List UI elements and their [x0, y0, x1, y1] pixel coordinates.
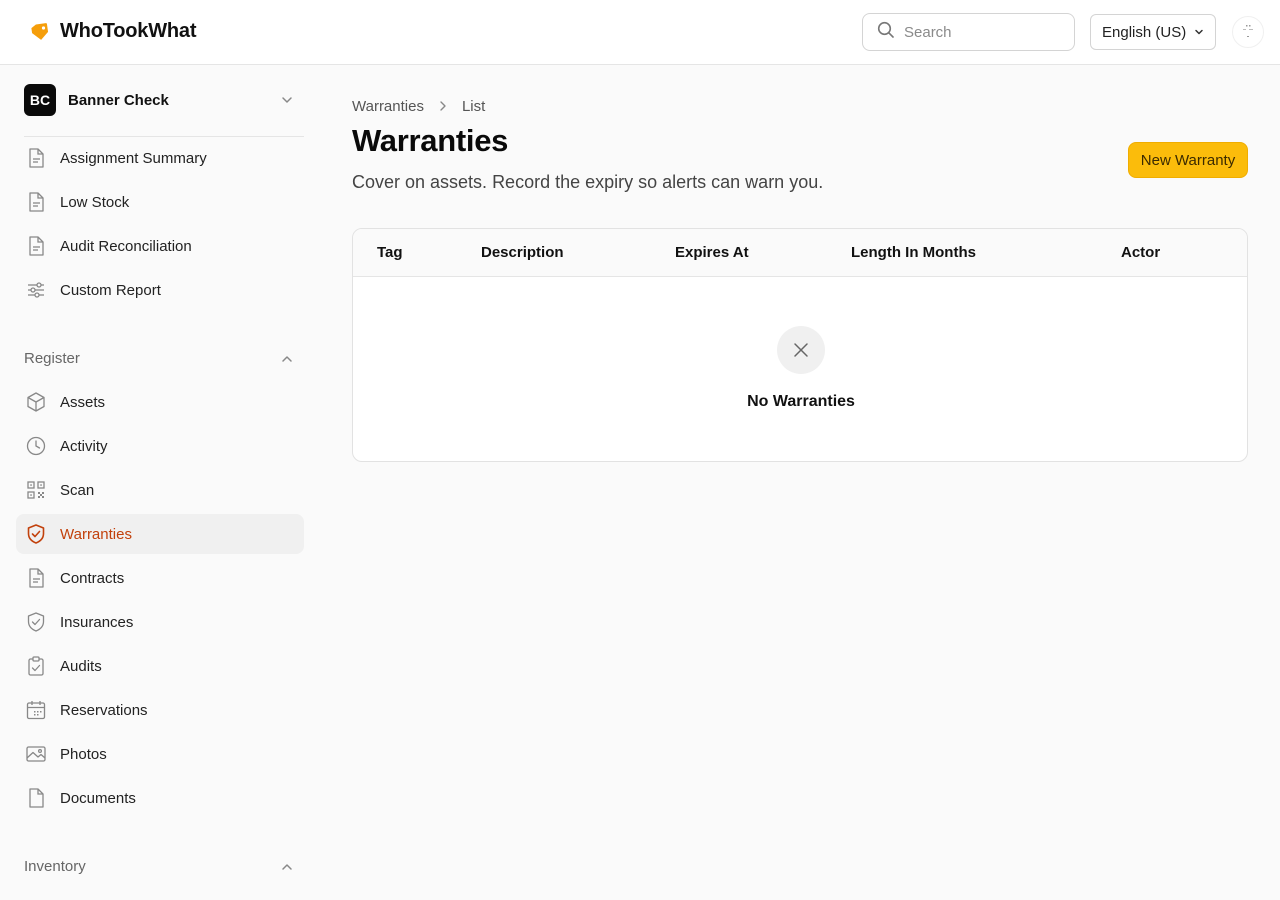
column-header-expires-at[interactable]: Expires At [675, 244, 749, 261]
column-header-length-in-months[interactable]: Length In Months [851, 244, 976, 261]
language-label: English (US) [1102, 23, 1187, 41]
tag-logo-icon [30, 22, 50, 42]
sidebar-divider [24, 136, 304, 137]
sidebar-item-label: Assignment Summary [60, 149, 207, 167]
clock-icon [24, 434, 48, 458]
close-icon [794, 343, 808, 357]
calendar-icon [24, 698, 48, 722]
section-inventory-toggle[interactable]: Inventory [24, 854, 304, 878]
document-icon [24, 234, 48, 258]
sidebar-item-custom-report[interactable]: Custom Report [16, 270, 304, 310]
sidebar-item-warranties[interactable]: Warranties [16, 514, 304, 554]
sidebar-item-activity[interactable]: Activity [16, 426, 304, 466]
sidebar-item-label: Contracts [60, 569, 125, 587]
image-icon [24, 742, 48, 766]
page-title: Warranties [352, 123, 509, 158]
sidebar-item-label: Audit Reconciliation [60, 237, 192, 255]
column-header-description[interactable]: Description [481, 244, 564, 261]
qr-code-icon [24, 478, 48, 502]
column-header-actor[interactable]: Actor [1121, 244, 1160, 261]
new-warranty-button[interactable]: New Warranty [1128, 142, 1248, 178]
page-subtitle: Cover on assets. Record the expiry so al… [352, 172, 824, 192]
table-header: Tag Description Expires At Length In Mon… [353, 229, 1247, 277]
sidebar-item-scan[interactable]: Scan [16, 470, 304, 510]
app-logo[interactable]: WhoTookWhat [30, 20, 196, 43]
sidebar-item-label: Documents [60, 789, 136, 807]
sidebar-item-label: Activity [60, 437, 108, 455]
column-header-tag[interactable]: Tag [377, 244, 403, 261]
breadcrumb-parent-link[interactable]: Warranties [352, 98, 424, 115]
top-bar: WhoTookWhat English (US) [0, 0, 1280, 65]
search-box[interactable] [862, 13, 1075, 51]
avatar-pattern-icon [1243, 25, 1253, 37]
empty-state-icon [777, 326, 825, 374]
sidebar-item-label: Reservations [60, 701, 148, 719]
sidebar-item-label: Assets [60, 393, 106, 411]
document-icon [24, 146, 48, 170]
sidebar-item-label: Photos [60, 745, 107, 763]
sidebar: BC Banner Check Assignment Summary Low S… [0, 65, 320, 900]
shield-check-icon [24, 522, 48, 546]
document-icon [24, 566, 48, 590]
document-icon [24, 190, 48, 214]
sidebar-item-label: Scan [60, 481, 95, 499]
chevron-right-icon [438, 100, 448, 112]
section-register-toggle[interactable]: Register [24, 346, 304, 370]
chevron-up-icon [280, 860, 294, 879]
sidebar-item-label: Warranties [60, 525, 132, 543]
empty-state-text: No Warranties [747, 393, 855, 410]
section-inventory-label: Inventory [24, 857, 86, 875]
file-icon [24, 786, 48, 810]
sidebar-item-low-stock[interactable]: Low Stock [16, 182, 304, 222]
sidebar-item-assignment-summary[interactable]: Assignment Summary [16, 138, 304, 178]
sidebar-item-label: Audits [60, 657, 102, 675]
warranties-table: Tag Description Expires At Length In Mon… [352, 228, 1248, 462]
cube-icon [24, 390, 48, 414]
user-avatar[interactable] [1232, 16, 1264, 48]
search-icon [877, 21, 895, 44]
chevron-down-icon [280, 93, 294, 112]
language-select[interactable]: English (US) [1090, 14, 1216, 50]
workspace-name: Banner Check [68, 91, 169, 109]
app-name: WhoTookWhat [60, 20, 197, 42]
sidebar-item-insurances[interactable]: Insurances [16, 602, 304, 642]
sidebar-item-assets[interactable]: Assets [16, 382, 304, 422]
search-input[interactable] [904, 23, 1054, 41]
breadcrumb-current: List [461, 97, 486, 115]
sidebar-item-label: Custom Report [60, 281, 161, 299]
sidebar-item-audit-reconciliation[interactable]: Audit Reconciliation [16, 226, 304, 266]
sidebar-item-audits[interactable]: Audits [16, 646, 304, 686]
shield-check-icon [24, 610, 48, 634]
breadcrumb: Warranties List [352, 96, 485, 116]
section-register-label: Register [24, 349, 80, 367]
sidebar-item-reservations[interactable]: Reservations [16, 690, 304, 730]
sidebar-item-label: Insurances [60, 613, 134, 631]
clipboard-check-icon [24, 654, 48, 678]
sidebar-item-label: Low Stock [60, 193, 130, 211]
workspace-avatar: BC [24, 84, 56, 116]
chevron-up-icon [280, 352, 294, 371]
sidebar-item-photos[interactable]: Photos [16, 734, 304, 774]
sliders-icon [24, 278, 48, 302]
sidebar-item-documents[interactable]: Documents [16, 778, 304, 818]
sidebar-item-contracts[interactable]: Contracts [16, 558, 304, 598]
workspace-switcher[interactable]: BC Banner Check [24, 84, 304, 116]
chevron-down-icon [1194, 24, 1204, 41]
